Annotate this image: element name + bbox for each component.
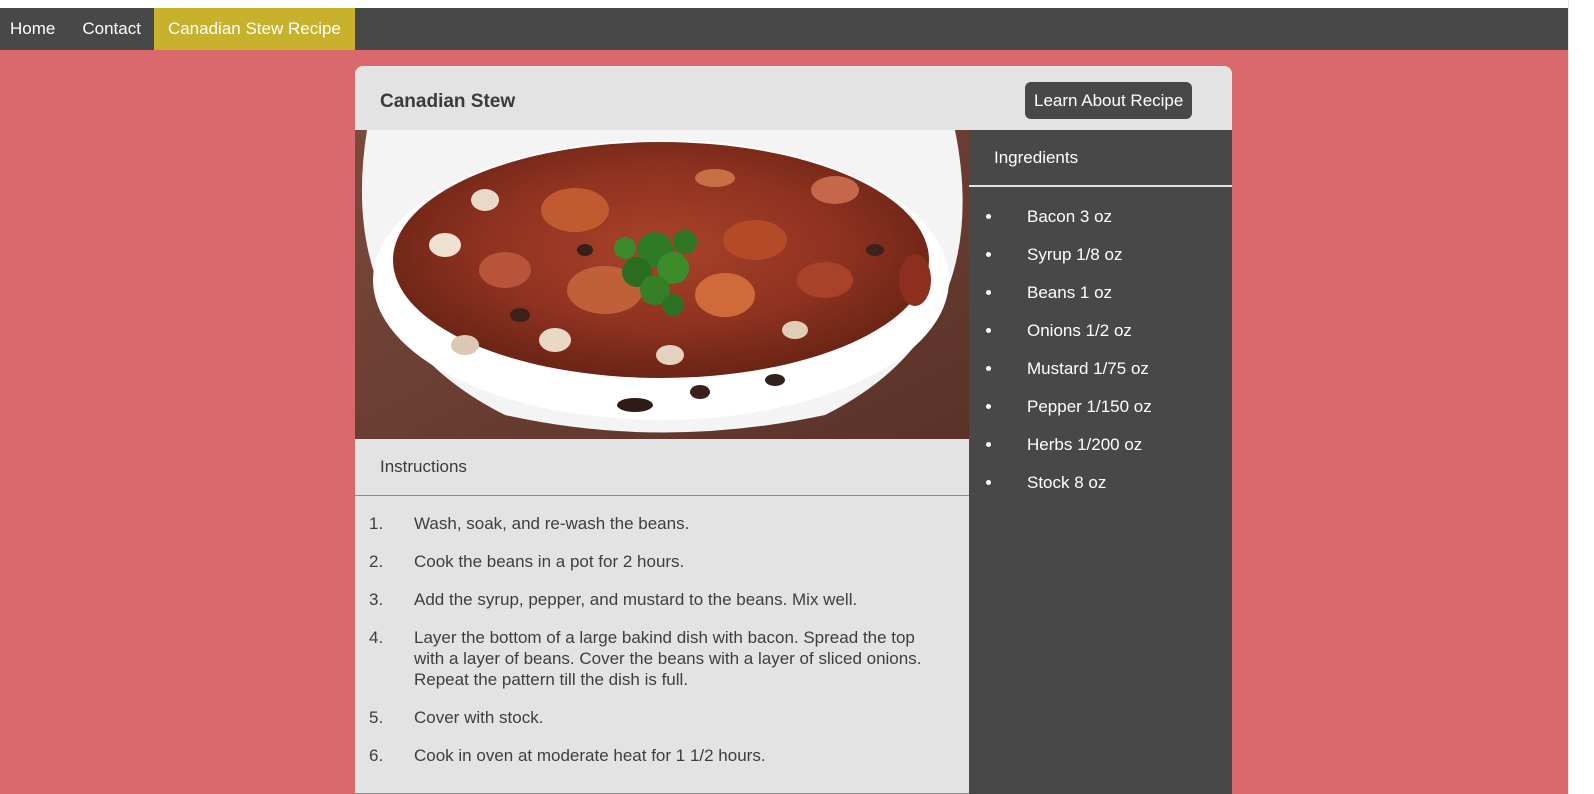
ingredient-text: Bacon 3 oz xyxy=(1027,207,1113,226)
scrollbar-track[interactable] xyxy=(1568,0,1594,794)
instruction-step: 2. Cook the beans in a pot for 2 hours. xyxy=(355,551,969,572)
recipe-card: Canadian Stew Learn About Recipe Instruc… xyxy=(355,66,1232,794)
bullet-icon xyxy=(986,252,991,257)
card-header: Canadian Stew Learn About Recipe xyxy=(355,66,1232,130)
bullet-icon xyxy=(986,214,991,219)
step-text: Wash, soak, and re-wash the beans. xyxy=(414,514,690,533)
step-number: 2. xyxy=(369,552,384,571)
instructions-panel: Instructions 1. Wash, soak, and re-wash … xyxy=(355,439,969,794)
instruction-step: 5. Cover with stock. xyxy=(355,707,969,728)
recipe-title: Canadian Stew xyxy=(380,91,516,112)
bullet-icon xyxy=(986,404,991,409)
ingredient-item: Onions 1/2 oz xyxy=(969,320,1232,341)
learn-about-recipe-button[interactable]: Learn About Recipe xyxy=(1025,82,1193,119)
bullet-icon xyxy=(986,328,991,333)
ingredients-heading: Ingredients xyxy=(969,130,1232,187)
bullet-icon xyxy=(986,366,991,371)
ingredients-list: Bacon 3 oz Syrup 1/8 oz Beans 1 oz Onion… xyxy=(969,189,1232,493)
step-text: Cook in oven at moderate heat for 1 1/2 … xyxy=(414,746,766,765)
ingredient-item: Bacon 3 oz xyxy=(969,206,1232,227)
ingredient-item: Pepper 1/150 oz xyxy=(969,396,1232,417)
instructions-heading: Instructions xyxy=(355,439,969,496)
stew-photo xyxy=(355,130,969,439)
instruction-step: 3. Add the syrup, pepper, and mustard to… xyxy=(355,589,969,610)
step-number: 1. xyxy=(369,514,384,533)
step-number: 4. xyxy=(369,628,384,647)
step-number: 5. xyxy=(369,708,384,727)
page: Home Contact Canadian Stew Recipe Canadi… xyxy=(0,0,1594,794)
instruction-step: 1. Wash, soak, and re-wash the beans. xyxy=(355,513,969,534)
ingredient-text: Pepper 1/150 oz xyxy=(1027,397,1152,416)
bullet-icon xyxy=(986,442,991,447)
ingredient-item: Herbs 1/200 oz xyxy=(969,434,1232,455)
instruction-step: 4. Layer the bottom of a large bakind di… xyxy=(355,627,969,690)
top-navigation: Home Contact Canadian Stew Recipe xyxy=(0,8,1568,50)
ingredient-text: Syrup 1/8 oz xyxy=(1027,245,1123,264)
ingredient-item: Mustard 1/75 oz xyxy=(969,358,1232,379)
step-text: Add the syrup, pepper, and mustard to th… xyxy=(414,590,858,609)
instruction-step: 6. Cook in oven at moderate heat for 1 1… xyxy=(355,745,969,766)
step-number: 3. xyxy=(369,590,384,609)
step-text: Cook the beans in a pot for 2 hours. xyxy=(414,552,685,571)
step-number: 6. xyxy=(369,746,384,765)
ingredient-text: Beans 1 oz xyxy=(1027,283,1113,302)
instructions-list: 1. Wash, soak, and re-wash the beans. 2.… xyxy=(355,496,969,766)
ingredient-item: Stock 8 oz xyxy=(969,472,1232,493)
stew-bowl-image xyxy=(355,130,969,439)
ingredient-item: Beans 1 oz xyxy=(969,282,1232,303)
bullet-icon xyxy=(986,290,991,295)
ingredient-text: Herbs 1/200 oz xyxy=(1027,435,1143,454)
ingredient-text: Stock 8 oz xyxy=(1027,473,1107,492)
nav-contact-link[interactable]: Contact xyxy=(68,8,154,50)
ingredients-panel: Ingredients Bacon 3 oz Syrup 1/8 oz Bean… xyxy=(969,130,1232,794)
bullet-icon xyxy=(986,480,991,485)
nav-canadian-stew-recipe-link[interactable]: Canadian Stew Recipe xyxy=(153,8,355,50)
step-text: Layer the bottom of a large bakind dish … xyxy=(414,628,922,689)
ingredient-text: Onions 1/2 oz xyxy=(1027,321,1132,340)
ingredient-text: Mustard 1/75 oz xyxy=(1027,359,1149,378)
ingredient-item: Syrup 1/8 oz xyxy=(969,244,1232,265)
nav-home-link[interactable]: Home xyxy=(0,8,68,50)
step-text: Cover with stock. xyxy=(414,708,544,727)
